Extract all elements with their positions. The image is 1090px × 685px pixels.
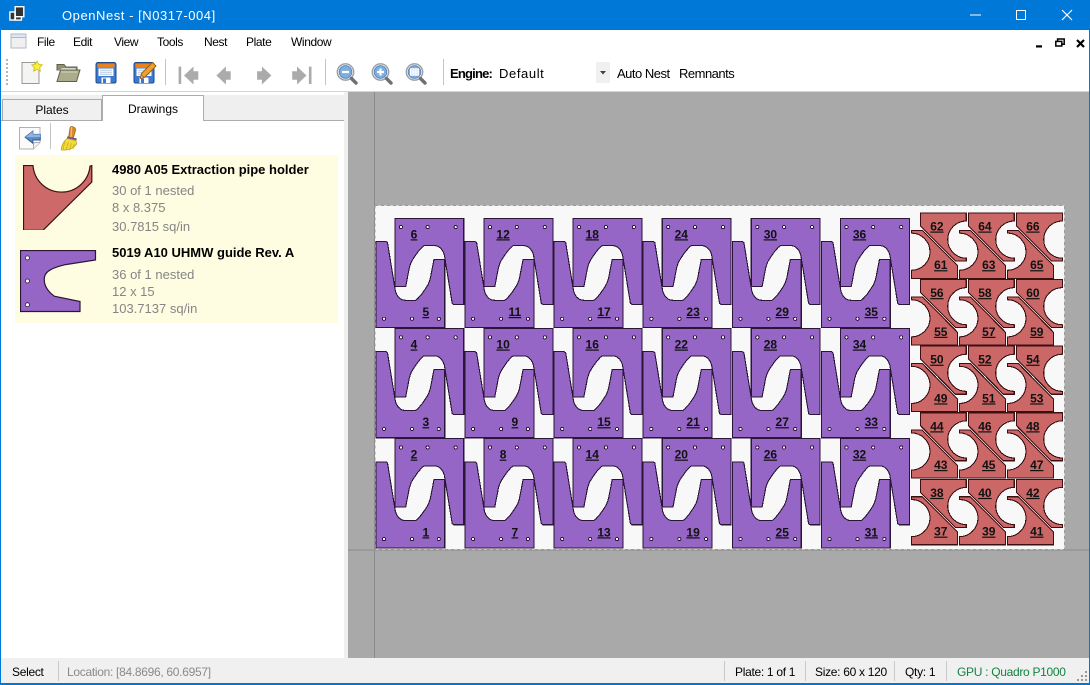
svg-text:7: 7 [512,525,519,539]
svg-text:62: 62 [930,220,944,234]
svg-text:31: 31 [865,525,879,539]
svg-text:36: 36 [853,227,867,241]
svg-text:17: 17 [597,305,611,319]
svg-text:48: 48 [1026,419,1040,433]
svg-text:38: 38 [930,486,944,500]
svg-text:4: 4 [411,338,418,352]
svg-text:6: 6 [411,227,418,241]
svg-text:5: 5 [422,305,429,319]
svg-text:37: 37 [934,525,948,539]
svg-text:29: 29 [776,305,790,319]
svg-text:42: 42 [1026,486,1040,500]
svg-text:22: 22 [675,338,689,352]
svg-text:23: 23 [686,305,700,319]
svg-text:8: 8 [500,448,507,462]
svg-text:35: 35 [865,305,879,319]
svg-text:11: 11 [509,305,522,319]
svg-text:28: 28 [764,338,778,352]
svg-text:19: 19 [686,525,700,539]
svg-text:2: 2 [411,448,418,462]
svg-text:57: 57 [982,325,996,339]
svg-text:52: 52 [978,353,992,367]
svg-text:14: 14 [586,448,600,462]
svg-text:41: 41 [1030,525,1044,539]
svg-text:55: 55 [934,325,948,339]
svg-text:50: 50 [930,353,944,367]
svg-text:13: 13 [597,525,611,539]
svg-text:21: 21 [686,415,700,429]
svg-text:26: 26 [764,448,778,462]
svg-text:1: 1 [422,525,429,539]
svg-text:63: 63 [982,258,996,272]
svg-text:18: 18 [586,227,600,241]
svg-text:49: 49 [934,391,948,405]
svg-text:60: 60 [1026,286,1040,300]
svg-text:39: 39 [982,525,996,539]
svg-text:64: 64 [978,220,992,234]
svg-text:51: 51 [982,391,996,405]
svg-text:46: 46 [978,419,992,433]
svg-text:20: 20 [675,448,689,462]
svg-text:32: 32 [853,448,867,462]
svg-text:66: 66 [1026,220,1040,234]
svg-text:45: 45 [982,458,996,472]
svg-text:15: 15 [597,415,611,429]
svg-text:58: 58 [978,286,992,300]
svg-text:40: 40 [978,486,992,500]
svg-text:53: 53 [1030,391,1044,405]
svg-text:25: 25 [776,525,790,539]
svg-text:3: 3 [422,415,429,429]
svg-text:59: 59 [1030,325,1044,339]
svg-text:65: 65 [1030,258,1044,272]
svg-text:33: 33 [865,415,879,429]
svg-text:34: 34 [853,338,867,352]
svg-text:9: 9 [512,415,519,429]
svg-text:56: 56 [930,286,944,300]
svg-text:24: 24 [675,227,689,241]
svg-text:54: 54 [1026,353,1040,367]
svg-text:12: 12 [496,227,510,241]
svg-text:44: 44 [930,419,944,433]
svg-text:61: 61 [934,258,948,272]
svg-text:43: 43 [934,458,948,472]
svg-text:16: 16 [586,338,600,352]
svg-text:30: 30 [764,227,778,241]
svg-text:47: 47 [1030,458,1044,472]
svg-text:27: 27 [776,415,790,429]
svg-text:10: 10 [496,338,510,352]
